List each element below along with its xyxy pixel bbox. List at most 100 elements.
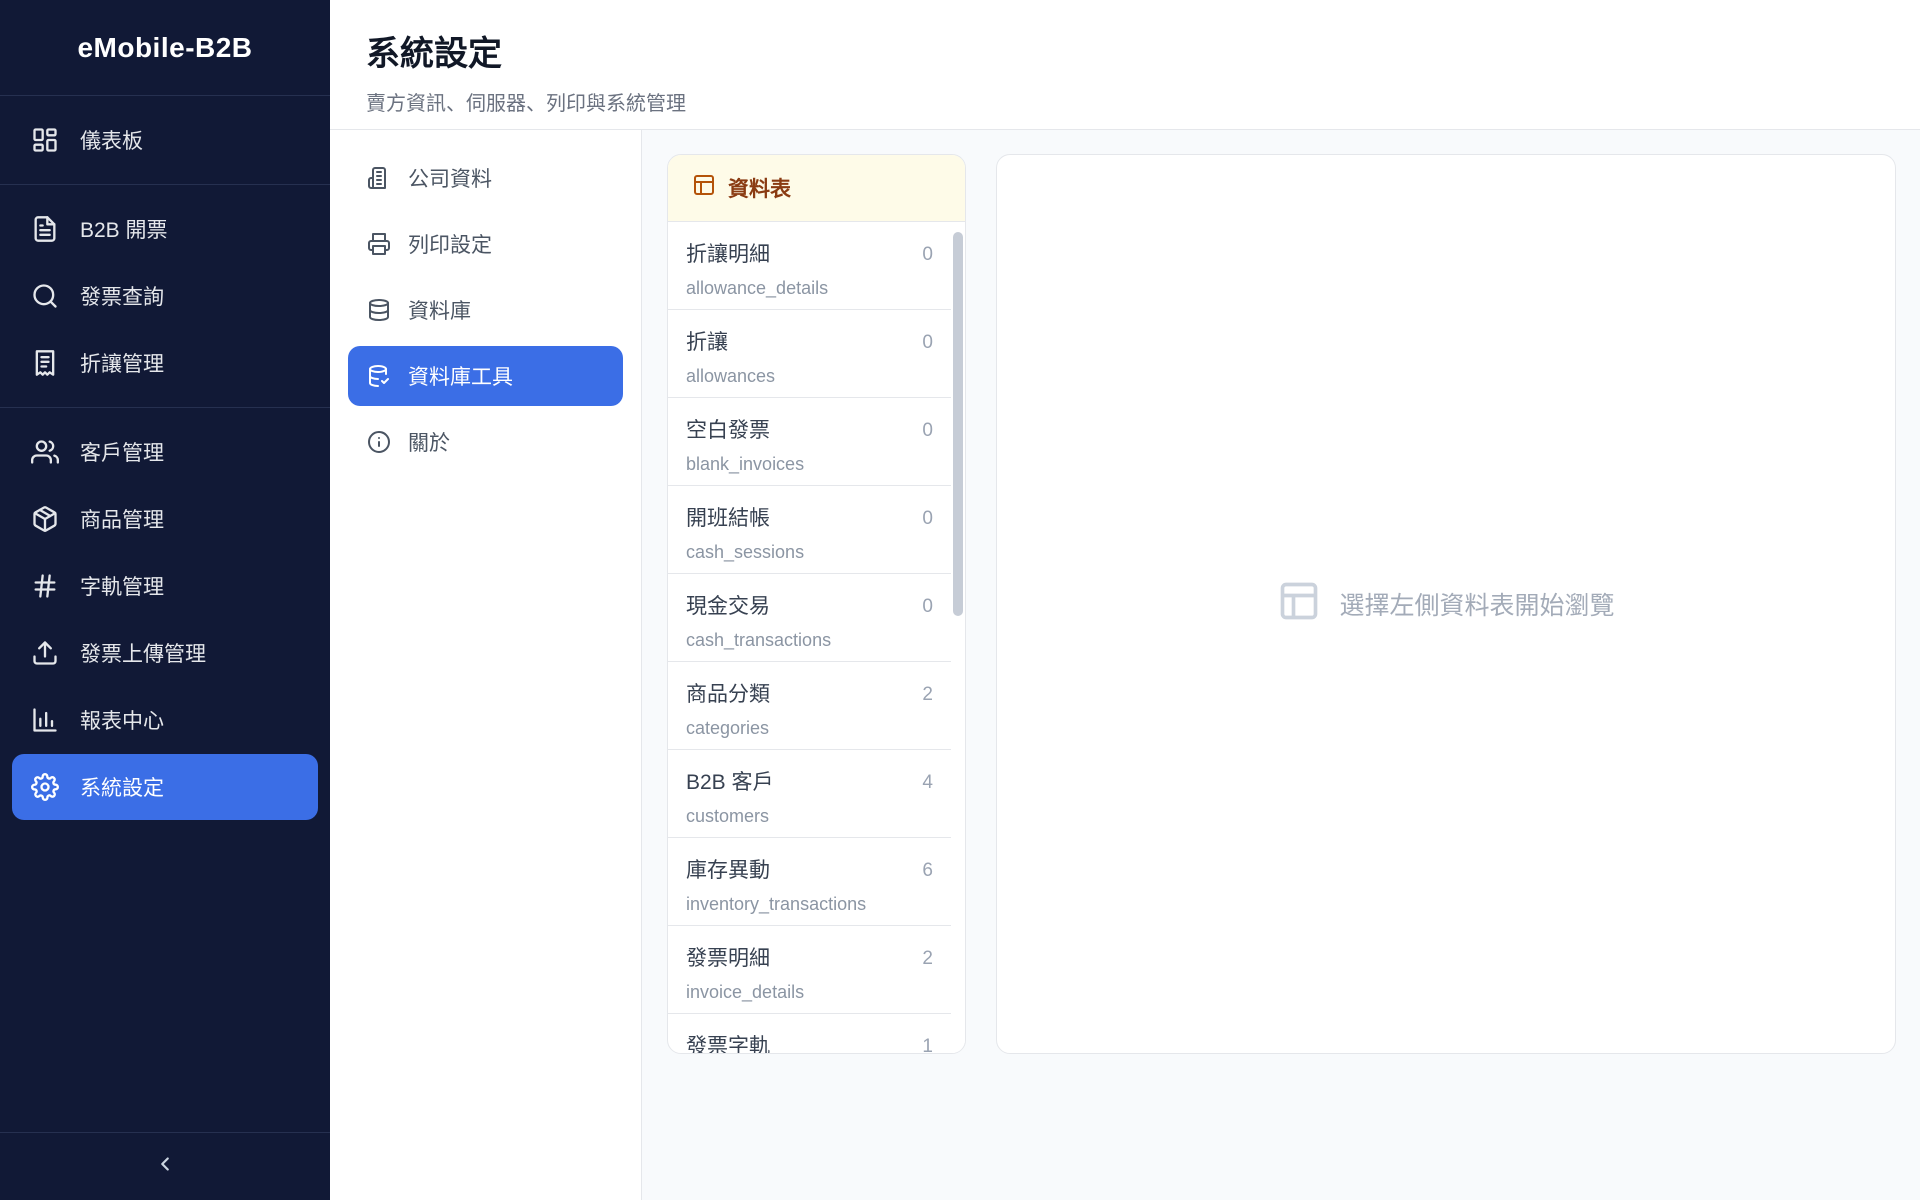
file-text-icon [30,214,60,244]
settings-nav: 公司資料 列印設定 資料庫 資料庫工具 關於 [330,130,642,1200]
printer-icon [366,231,392,257]
chevron-left-icon [154,1153,176,1180]
users-icon [30,437,60,467]
sidebar-item-products[interactable]: 商品管理 [12,486,318,552]
sidebar-item-label: 發票上傳管理 [80,643,206,666]
sidebar-item-label: 字軌管理 [80,576,164,599]
sidebar-item-label: B2B 開票 [80,219,168,242]
table-count: 4 [922,772,933,793]
table-count: 1 [922,1036,933,1053]
receipt-icon [30,348,60,378]
tables-list: 折讓明細 allowance_details 0 折讓 allowances 0… [668,222,951,1053]
table-name: 折讓明細 [686,243,770,266]
nav-group-main: 儀表板 [0,96,330,185]
sidebar-item-customers[interactable]: 客戶管理 [12,419,318,485]
nav-group-management: 客戶管理 商品管理 字軌管理 發票上傳管理 報表中心 系統設定 [0,408,330,831]
settings-item-label: 列印設定 [408,234,492,257]
sidebar-item-settings[interactable]: 系統設定 [12,754,318,820]
table-row[interactable]: B2B 客戶 customers 4 [668,750,951,838]
table-row[interactable]: 發票明細 invoice_details 2 [668,926,951,1014]
table-name: 發票明細 [686,947,770,970]
info-icon [366,429,392,455]
table-row[interactable]: 折讓 allowances 0 [668,310,951,398]
tables-heading: 資料表 [728,178,791,201]
table-name: 開班結帳 [686,507,770,530]
sidebar-item-label: 商品管理 [80,509,164,532]
table-key: cash_transactions [686,630,832,650]
settings-item-label: 關於 [408,432,450,455]
table-key: cash_sessions [686,542,805,562]
building-icon [366,165,392,191]
sidebar-item-label: 報表中心 [80,710,164,733]
table-count: 0 [922,596,933,617]
table-count: 0 [922,420,933,441]
sidebar-item-dashboard[interactable]: 儀表板 [12,107,318,173]
search-icon [30,281,60,311]
page-header: 系統設定 賣方資訊、伺服器、列印與系統管理 [330,0,1920,130]
table-count: 0 [922,244,933,265]
sidebar-item-b2b-invoice[interactable]: B2B 開票 [12,196,318,262]
table-row[interactable]: 商品分類 categories 2 [668,662,951,750]
settings-item-database[interactable]: 資料庫 [348,280,623,340]
sidebar: eMobile-B2B 儀表板 B2B 開票 發票查詢 折讓管理 客戶管理 商品… [0,0,330,1200]
bar-chart-icon [30,705,60,735]
upload-icon [30,638,60,668]
table-key: allowance_details [686,278,829,298]
database-tool-icon [366,363,392,389]
sidebar-item-reports[interactable]: 報表中心 [12,687,318,753]
table-name: 空白發票 [686,419,770,442]
sidebar-item-label: 折讓管理 [80,353,164,376]
table-icon [1277,579,1339,630]
table-key: invoice_details [686,982,805,1002]
table-key: customers [686,806,770,826]
empty-state-message: 選擇左側資料表開始瀏覽 [1339,592,1615,620]
scrollbar-thumb[interactable] [953,232,963,616]
table-row[interactable]: 現金交易 cash_transactions 0 [668,574,951,662]
table-row[interactable]: 折讓明細 allowance_details 0 [668,222,951,310]
empty-state: 選擇左側資料表開始瀏覽 [1277,579,1615,630]
page-title: 系統設定 [366,35,502,73]
table-icon [692,173,728,203]
sidebar-item-label: 發票查詢 [80,286,164,309]
sidebar-item-label: 系統設定 [80,777,164,800]
sidebar-collapse-button[interactable] [0,1132,330,1200]
settings-item-database-tools[interactable]: 資料庫工具 [348,346,623,406]
settings-item-label: 公司資料 [408,168,492,191]
tables-header: 資料表 [668,155,965,222]
table-row[interactable]: 庫存異動 inventory_transactions 6 [668,838,951,926]
settings-item-about[interactable]: 關於 [348,412,623,472]
table-name: 現金交易 [686,595,770,618]
nav-group-invoice: B2B 開票 發票查詢 折讓管理 [0,185,330,408]
tables-panel: 資料表 折讓明細 allowance_details 0 折讓 allowanc… [667,154,966,1054]
package-icon [30,504,60,534]
gear-icon [30,772,60,802]
table-key: allowances [686,366,776,386]
sidebar-item-tracks[interactable]: 字軌管理 [12,553,318,619]
table-row[interactable]: 空白發票 blank_invoices 0 [668,398,951,486]
settings-item-company[interactable]: 公司資料 [348,148,623,208]
page-subtitle: 賣方資訊、伺服器、列印與系統管理 [366,93,686,115]
database-icon [366,297,392,323]
sidebar-item-upload[interactable]: 發票上傳管理 [12,620,318,686]
sidebar-item-label: 客戶管理 [80,442,164,465]
settings-item-print[interactable]: 列印設定 [348,214,623,274]
hash-icon [30,571,60,601]
sidebar-item-allowance[interactable]: 折讓管理 [12,330,318,396]
settings-item-label: 資料庫 [408,300,471,323]
sidebar-item-label: 儀表板 [80,130,143,153]
table-count: 6 [922,860,933,881]
brand-logo: eMobile-B2B [0,0,330,96]
dashboard-icon [30,125,60,155]
table-name: 商品分類 [686,683,770,706]
table-name: 庫存異動 [686,859,770,882]
table-name: 發票字軌 [686,1035,770,1053]
table-key: categories [686,718,770,738]
tables-scrollbar[interactable] [951,222,965,1053]
table-name: 折讓 [686,331,728,354]
table-row[interactable]: 開班結帳 cash_sessions 0 [668,486,951,574]
sidebar-item-invoice-query[interactable]: 發票查詢 [12,263,318,329]
table-key: inventory_transactions [686,894,867,914]
table-count: 0 [922,508,933,529]
table-row[interactable]: 發票字軌 1 [668,1014,951,1053]
table-count: 0 [922,332,933,353]
